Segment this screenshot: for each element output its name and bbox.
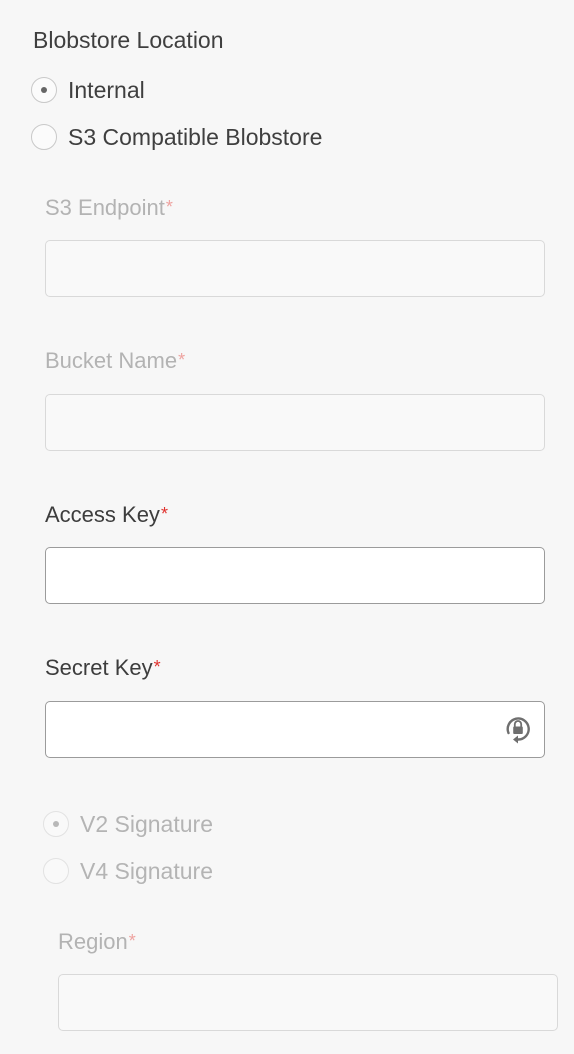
lock-refresh-icon[interactable]	[504, 714, 532, 744]
s3-endpoint-input[interactable]	[45, 240, 545, 297]
radio-v4-signature-button[interactable]	[43, 858, 69, 884]
secret-key-input[interactable]	[45, 701, 545, 758]
region-label-text: Region	[58, 929, 128, 954]
required-marker: *	[128, 931, 136, 951]
radio-v4-signature-label: V4 Signature	[80, 858, 213, 884]
radio-v2-signature[interactable]: V2 Signature	[43, 809, 213, 839]
radio-internal-button[interactable]	[31, 77, 57, 103]
secret-key-label-text: Secret Key	[45, 655, 153, 680]
access-key-label: Access Key*	[45, 502, 168, 528]
bucket-name-label-text: Bucket Name	[45, 348, 178, 373]
required-marker: *	[160, 504, 168, 524]
radio-v4-signature[interactable]: V4 Signature	[43, 856, 213, 886]
radio-s3-compatible-button[interactable]	[31, 124, 57, 150]
radio-internal[interactable]: Internal	[31, 75, 145, 105]
region-input[interactable]	[58, 974, 558, 1031]
secret-key-label: Secret Key*	[45, 655, 161, 681]
required-marker: *	[165, 197, 173, 217]
s3-endpoint-label-text: S3 Endpoint	[45, 195, 165, 220]
radio-s3-compatible[interactable]: S3 Compatible Blobstore	[31, 122, 322, 152]
access-key-input[interactable]	[45, 547, 545, 604]
bucket-name-label: Bucket Name*	[45, 348, 185, 374]
region-label: Region*	[58, 929, 136, 955]
radio-v2-signature-button[interactable]	[43, 811, 69, 837]
radio-v2-signature-label: V2 Signature	[80, 811, 213, 837]
s3-endpoint-label: S3 Endpoint*	[45, 195, 173, 221]
radio-s3-compatible-label: S3 Compatible Blobstore	[68, 124, 323, 150]
required-marker: *	[178, 350, 186, 370]
required-marker: *	[153, 657, 161, 677]
radio-internal-label: Internal	[68, 77, 145, 103]
access-key-label-text: Access Key	[45, 502, 160, 527]
blobstore-location-title: Blobstore Location	[33, 27, 224, 53]
bucket-name-input[interactable]	[45, 394, 545, 451]
